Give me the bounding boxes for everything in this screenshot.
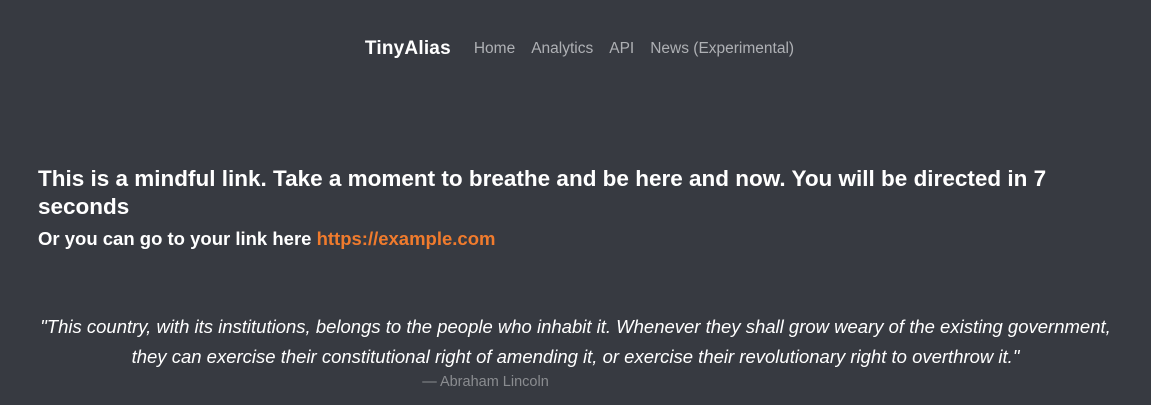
- nav-link-analytics[interactable]: Analytics: [531, 40, 593, 58]
- nav-link-news[interactable]: News (Experimental): [650, 40, 794, 58]
- nav-link-home[interactable]: Home: [474, 40, 515, 58]
- redirect-message: This is a mindful link. Take a moment to…: [38, 165, 1098, 252]
- redirect-subline: Or you can go to your link here https://…: [38, 226, 1098, 252]
- subline-prefix: Or you can go to your link here: [38, 228, 312, 249]
- navbar-inner: TinyAlias Home Analytics API News (Exper…: [365, 38, 794, 60]
- quote-text: "This country, with its institutions, be…: [40, 316, 1111, 367]
- quote-block: "This country, with its institutions, be…: [30, 312, 1121, 392]
- top-navbar: TinyAlias Home Analytics API News (Exper…: [0, 0, 1151, 98]
- destination-link[interactable]: https://example.com: [317, 228, 496, 249]
- nav-link-api[interactable]: API: [609, 40, 634, 58]
- mindful-headline: This is a mindful link. Take a moment to…: [38, 166, 1047, 219]
- brand-link[interactable]: TinyAlias: [365, 38, 451, 60]
- quote-author: — Abraham Lincoln: [422, 374, 549, 390]
